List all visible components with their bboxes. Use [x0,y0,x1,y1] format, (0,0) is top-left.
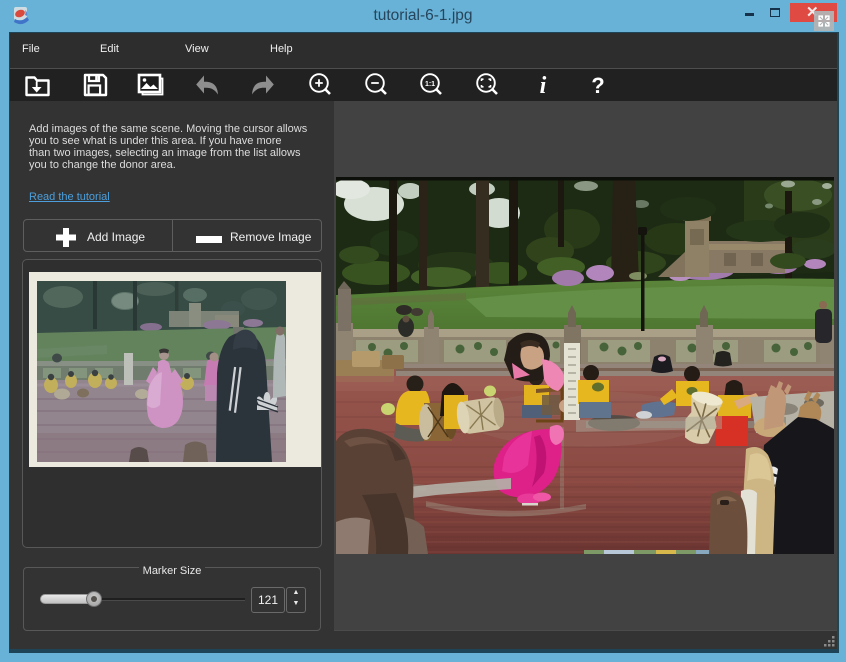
svg-text:1:1: 1:1 [425,81,435,88]
svg-text:?: ? [591,73,604,98]
svg-text:i: i [540,73,547,99]
